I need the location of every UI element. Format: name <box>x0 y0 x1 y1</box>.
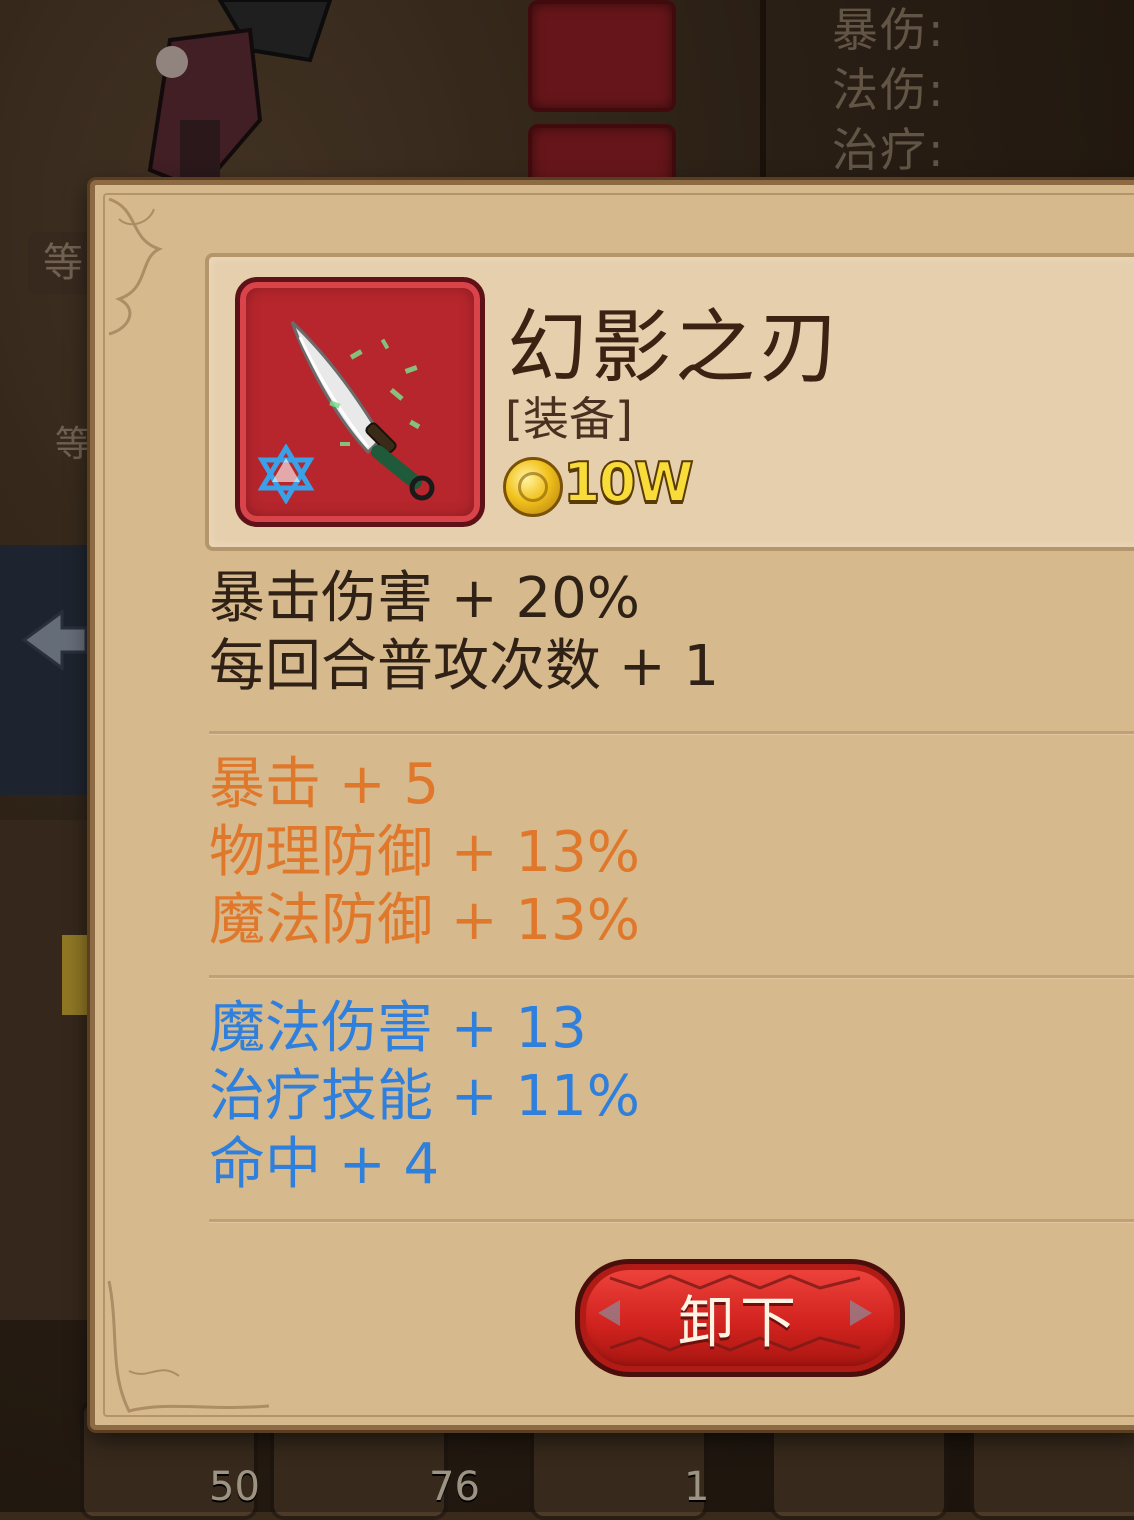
unequip-button[interactable]: 卸下 <box>575 1259 905 1377</box>
orange-stats: 暴击 + 5 物理防御 + 13% 魔法防御 + 13% <box>209 751 640 955</box>
item-price: 10W <box>562 450 695 515</box>
corner-ornament <box>108 197 163 336</box>
corner-ornament <box>107 1280 270 1413</box>
item-tooltip: 幻影之刃 [装备] 10W 暴击伤害 + 20% 每回合普攻次数 + 1 暴击 … <box>90 180 1134 1430</box>
item-name: 幻影之刃 <box>507 301 843 394</box>
blue-stats: 魔法伤害 + 13 治疗技能 + 11% 命中 + 4 <box>209 995 640 1199</box>
base-stats: 暴击伤害 + 20% 每回合普攻次数 + 1 <box>209 565 719 701</box>
gold-coin-icon <box>503 457 563 517</box>
stat-line: 命中 + 4 <box>209 1132 440 1197</box>
stat-line: 魔法防御 + 13% <box>209 888 640 953</box>
separator <box>209 731 1134 735</box>
stat-line: 暴击伤害 + 20% <box>209 566 640 631</box>
item-type: [装备] <box>505 392 633 446</box>
stat-line: 每回合普攻次数 + 1 <box>209 634 720 699</box>
item-icon-frame <box>235 277 485 527</box>
separator <box>209 975 1134 979</box>
separator <box>209 1219 1134 1223</box>
unequip-button-label: 卸下 <box>678 1290 802 1356</box>
stat-line: 魔法伤害 + 13 <box>209 996 587 1061</box>
blue-star-icon <box>257 444 315 504</box>
stat-line: 治疗技能 + 11% <box>209 1064 640 1129</box>
stat-line: 物理防御 + 13% <box>209 820 640 885</box>
stat-line: 暴击 + 5 <box>209 752 440 817</box>
